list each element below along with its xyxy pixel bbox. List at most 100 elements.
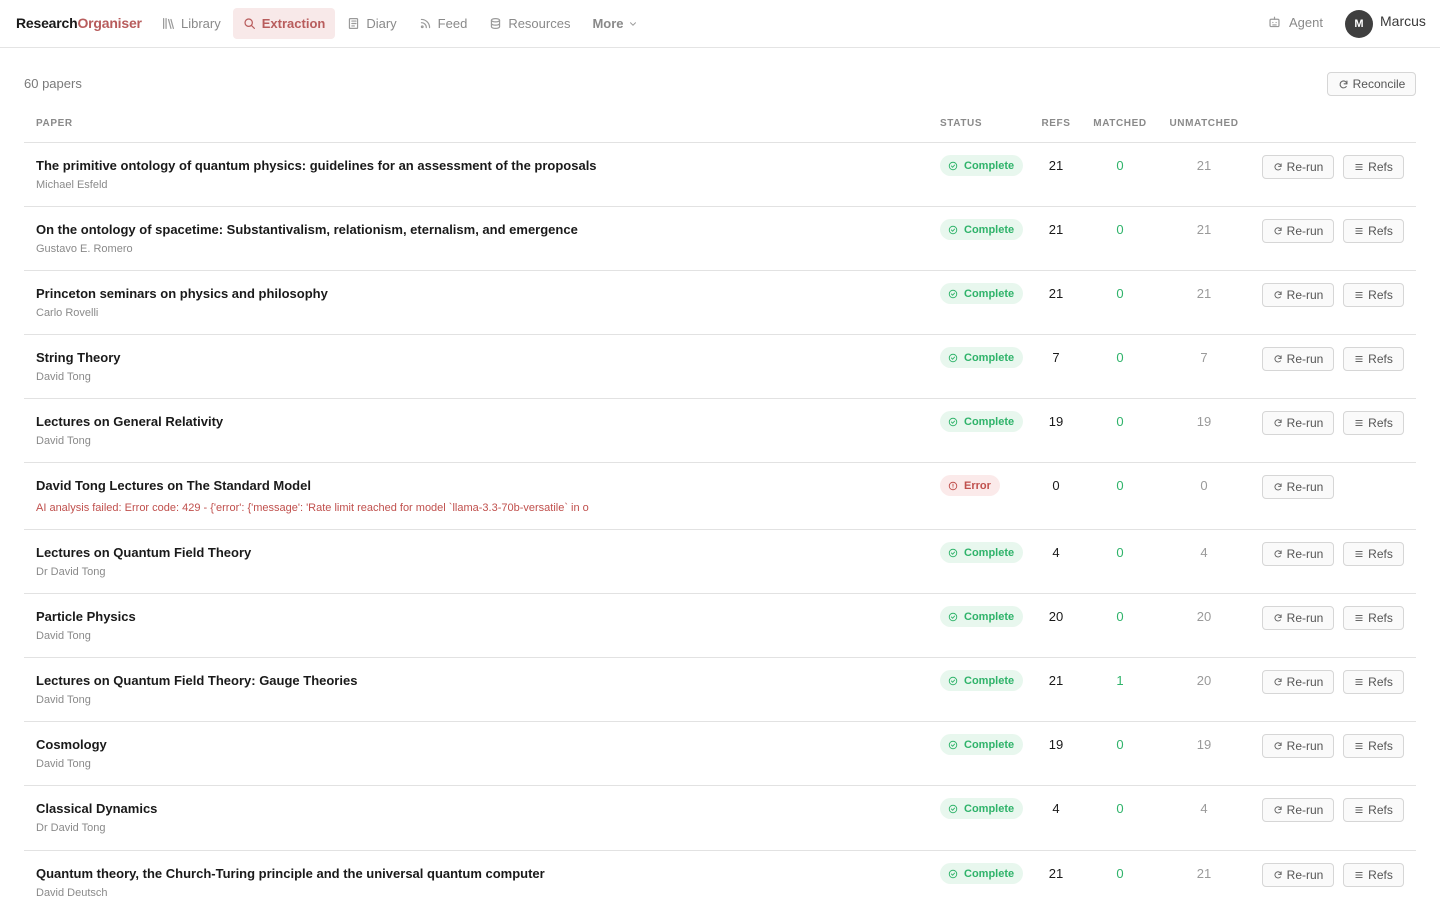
refresh-icon <box>1274 550 1282 558</box>
rerun-button[interactable]: Re-run <box>1262 542 1334 566</box>
user-menu[interactable]: M Marcus <box>1345 10 1426 38</box>
paper-author: David Tong <box>36 694 91 706</box>
reconcile-button[interactable]: Reconcile <box>1327 72 1416 96</box>
rerun-button[interactable]: Re-run <box>1262 798 1334 822</box>
rss-icon <box>420 18 430 29</box>
paper-title[interactable]: Lectures on Quantum Field Theory <box>36 545 251 560</box>
refs-button[interactable]: Refs <box>1343 606 1404 630</box>
paper-title[interactable]: Lectures on General Relativity <box>36 414 223 429</box>
refs-button[interactable]: Refs <box>1343 863 1404 887</box>
nav-label-more: More <box>592 16 624 31</box>
unmatched-count: 20 <box>1196 609 1212 624</box>
column-header-unmatched[interactable]: UNMATCHED <box>1164 118 1244 129</box>
list-icon <box>1355 164 1363 170</box>
nav-item-feed[interactable]: Feed <box>409 8 478 39</box>
refs-button[interactable]: Refs <box>1343 542 1404 566</box>
rerun-button[interactable]: Re-run <box>1262 283 1334 307</box>
refs-button[interactable]: Refs <box>1343 734 1404 758</box>
notebook-icon <box>349 18 359 29</box>
brand-name-part2: Organiser <box>77 15 142 31</box>
refs-label: Refs <box>1368 416 1393 430</box>
refs-button[interactable]: Refs <box>1343 347 1404 371</box>
table-row[interactable]: String Theory David Tong Complete 7 0 7 … <box>24 335 1416 399</box>
status-label: Complete <box>964 802 1015 815</box>
unmatched-count: 21 <box>1196 222 1212 237</box>
paper-title[interactable]: Classical Dynamics <box>36 801 157 816</box>
refs-count: 21 <box>1048 158 1064 173</box>
refs-count: 19 <box>1048 737 1064 752</box>
paper-title[interactable]: Princeton seminars on physics and philos… <box>36 286 328 301</box>
nav-item-extraction[interactable]: Extraction <box>232 8 336 39</box>
status-label: Complete <box>964 867 1015 880</box>
rerun-button[interactable]: Re-run <box>1262 475 1334 499</box>
paper-title[interactable]: Lectures on Quantum Field Theory: Gauge … <box>36 673 357 688</box>
refs-label: Refs <box>1368 868 1393 882</box>
paper-title[interactable]: String Theory <box>36 350 121 365</box>
table-row[interactable]: Princeton seminars on physics and philos… <box>24 271 1416 335</box>
paper-title[interactable]: Cosmology <box>36 737 107 752</box>
column-header-paper[interactable]: PAPER <box>36 118 73 129</box>
table-row[interactable]: Quantum theory, the Church-Turing princi… <box>24 851 1416 900</box>
rerun-button[interactable]: Re-run <box>1262 863 1334 887</box>
column-header-status[interactable]: STATUS <box>940 118 982 129</box>
status-label: Error <box>964 479 991 492</box>
refs-button[interactable]: Refs <box>1343 283 1404 307</box>
rerun-button[interactable]: Re-run <box>1262 155 1334 179</box>
table-row[interactable]: The primitive ontology of quantum physic… <box>24 143 1416 207</box>
matched-count: 0 <box>1116 350 1124 365</box>
rerun-button[interactable]: Re-run <box>1262 670 1334 694</box>
app-logo[interactable]: ResearchOrganiser <box>16 15 142 31</box>
status-badge: Complete <box>940 347 1024 368</box>
paper-title[interactable]: Particle Physics <box>36 609 136 624</box>
table-row[interactable]: On the ontology of spacetime: Substantiv… <box>24 207 1416 271</box>
refs-button[interactable]: Refs <box>1343 670 1404 694</box>
table-row[interactable]: David Tong Lectures on The Standard Mode… <box>24 463 1416 530</box>
refs-button[interactable]: Refs <box>1343 798 1404 822</box>
rerun-label: Re-run <box>1286 868 1324 882</box>
main-nav: Library Extraction Diary Feed Resources … <box>152 8 650 39</box>
table-header: PAPER STATUS REFS MATCHED UNMATCHED <box>24 104 1416 143</box>
paper-author: David Tong <box>36 630 91 642</box>
status-badge: Complete <box>940 219 1024 240</box>
nav-item-more[interactable]: More <box>582 8 647 39</box>
rerun-button[interactable]: Re-run <box>1262 347 1334 371</box>
nav-item-library[interactable]: Library <box>152 8 231 39</box>
paper-title[interactable]: David Tong Lectures on The Standard Mode… <box>36 478 311 493</box>
refs-count: 7 <box>1052 350 1060 365</box>
database-icon <box>491 18 501 29</box>
nav-item-diary[interactable]: Diary <box>337 8 406 39</box>
refs-button[interactable]: Refs <box>1343 219 1404 243</box>
table-row[interactable]: Classical Dynamics Dr David Tong Complet… <box>24 786 1416 851</box>
table-row[interactable]: Lectures on General Relativity David Ton… <box>24 399 1416 463</box>
matched-count: 1 <box>1116 673 1124 688</box>
unmatched-count: 20 <box>1196 673 1212 688</box>
refs-button[interactable]: Refs <box>1343 411 1404 435</box>
rerun-button[interactable]: Re-run <box>1262 734 1334 758</box>
table-row[interactable]: Lectures on Quantum Field Theory Dr Davi… <box>24 530 1416 594</box>
unmatched-count: 4 <box>1200 545 1208 560</box>
rerun-label: Re-run <box>1286 675 1324 689</box>
rerun-button[interactable]: Re-run <box>1262 219 1334 243</box>
paper-title[interactable]: Quantum theory, the Church-Turing princi… <box>36 866 545 881</box>
rerun-button[interactable]: Re-run <box>1262 606 1334 630</box>
refs-label: Refs <box>1368 739 1393 753</box>
refs-button[interactable]: Refs <box>1343 155 1404 179</box>
agent-button[interactable]: Agent <box>1268 15 1323 30</box>
table-row[interactable]: Cosmology David Tong Complete 19 0 19 Re… <box>24 722 1416 786</box>
list-icon <box>1355 292 1363 298</box>
refresh-icon <box>1274 806 1282 814</box>
paper-title[interactable]: The primitive ontology of quantum physic… <box>36 158 597 173</box>
nav-label-library: Library <box>181 16 221 31</box>
paper-author: Michael Esfeld <box>36 179 108 191</box>
column-header-matched[interactable]: MATCHED <box>1080 118 1160 129</box>
table-row[interactable]: Particle Physics David Tong Complete 20 … <box>24 594 1416 658</box>
refs-count: 0 <box>1052 478 1060 493</box>
matched-count: 0 <box>1116 478 1124 493</box>
nav-item-resources[interactable]: Resources <box>479 8 580 39</box>
list-icon <box>1355 228 1363 234</box>
rerun-button[interactable]: Re-run <box>1262 411 1334 435</box>
table-row[interactable]: Lectures on Quantum Field Theory: Gauge … <box>24 658 1416 722</box>
rerun-label: Re-run <box>1286 611 1324 625</box>
paper-title[interactable]: On the ontology of spacetime: Substantiv… <box>36 222 578 237</box>
check-circle-icon <box>948 289 958 298</box>
